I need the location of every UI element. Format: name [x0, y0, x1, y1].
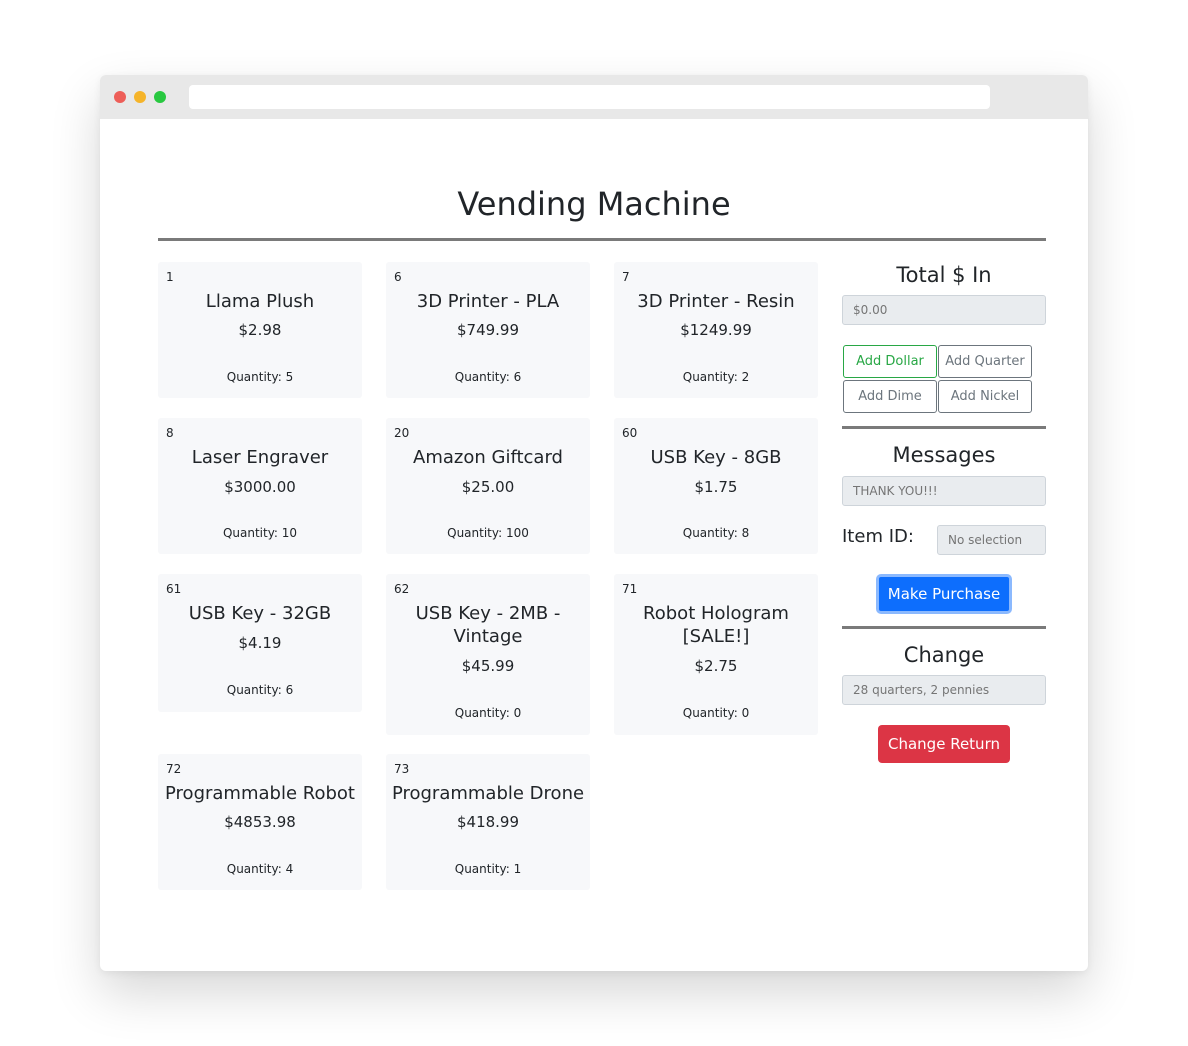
item-quantity: Quantity: 4 [226, 862, 294, 876]
item-id: 7 [622, 270, 630, 284]
item-card[interactable]: 6 3D Printer - PLA $749.99 Quantity: 6 [386, 262, 590, 398]
item-quantity: Quantity: 1 [454, 862, 522, 876]
item-quantity: Quantity: 10 [222, 526, 298, 540]
title-divider [158, 238, 1046, 241]
minimize-window-icon[interactable] [134, 91, 146, 103]
total-in-field[interactable] [842, 295, 1046, 325]
item-card[interactable]: 73 Programmable Drone $418.99 Quantity: … [386, 754, 590, 890]
item-id: 72 [166, 762, 182, 776]
change-heading: Change [903, 643, 985, 667]
item-price: $45.99 [461, 657, 515, 675]
item-id: 71 [622, 582, 638, 596]
item-quantity: Quantity: 0 [682, 706, 750, 720]
item-name: Programmable Drone [391, 783, 585, 804]
item-id: 20 [394, 426, 410, 440]
item-price: $1.75 [694, 478, 738, 496]
item-id-label: Item ID: [842, 526, 914, 547]
item-name: Amazon Giftcard [413, 447, 563, 468]
item-price: $2.75 [694, 657, 738, 675]
total-in-heading: Total $ In [896, 263, 992, 287]
item-name: 3D Printer - Resin [637, 291, 795, 312]
item-id: 60 [622, 426, 638, 440]
item-price: $2.98 [238, 321, 282, 339]
add-dime-button[interactable]: Add Dime [843, 380, 937, 413]
money-divider [842, 426, 1046, 429]
item-price: $4.19 [238, 634, 282, 652]
add-nickel-button[interactable]: Add Nickel [938, 380, 1032, 413]
item-quantity: Quantity: 0 [454, 706, 522, 720]
page-title: Vending Machine [457, 185, 731, 223]
item-quantity: Quantity: 2 [682, 370, 750, 384]
item-price: $1249.99 [680, 321, 752, 339]
messages-divider [842, 626, 1046, 629]
item-quantity: Quantity: 100 [447, 526, 529, 540]
item-name: Robot Hologram [SALE!] [643, 603, 789, 647]
item-card[interactable]: 1 Llama Plush $2.98 Quantity: 5 [158, 262, 362, 398]
item-id: 62 [394, 582, 410, 596]
item-card[interactable]: 60 USB Key - 8GB $1.75 Quantity: 8 [614, 418, 818, 554]
item-card[interactable]: 7 3D Printer - Resin $1249.99 Quantity: … [614, 262, 818, 398]
item-id: 61 [166, 582, 182, 596]
item-name: Laser Engraver [191, 447, 329, 468]
item-card[interactable]: 71 Robot Hologram [SALE!] $2.75 Quantity… [614, 574, 818, 735]
item-name: Programmable Robot [165, 783, 355, 804]
maximize-window-icon[interactable] [154, 91, 166, 103]
item-id: 1 [166, 270, 174, 284]
item-name: Llama Plush [205, 291, 315, 312]
close-window-icon[interactable] [114, 91, 126, 103]
item-card[interactable]: 72 Programmable Robot $4853.98 Quantity:… [158, 754, 362, 890]
browser-titlebar [100, 75, 1088, 119]
address-bar[interactable] [189, 85, 990, 109]
item-price: $749.99 [456, 321, 520, 339]
messages-field[interactable] [842, 476, 1046, 506]
item-card[interactable]: 8 Laser Engraver $3000.00 Quantity: 10 [158, 418, 362, 554]
change-field[interactable] [842, 675, 1046, 705]
item-card[interactable]: 61 USB Key - 32GB $4.19 Quantity: 6 [158, 574, 362, 712]
item-price: $4853.98 [224, 813, 296, 831]
item-price: $25.00 [461, 478, 515, 496]
item-quantity: Quantity: 6 [226, 683, 294, 697]
item-name: USB Key - 2MB - Vintage [415, 603, 561, 647]
item-id: 6 [394, 270, 402, 284]
add-quarter-button[interactable]: Add Quarter [938, 345, 1032, 378]
add-dollar-button[interactable]: Add Dollar [843, 345, 937, 378]
item-card[interactable]: 62 USB Key - 2MB - Vintage $45.99 Quanti… [386, 574, 590, 735]
item-price: $3000.00 [224, 478, 296, 496]
item-name: 3D Printer - PLA [416, 291, 560, 312]
item-card[interactable]: 20 Amazon Giftcard $25.00 Quantity: 100 [386, 418, 590, 554]
item-id-field[interactable] [937, 525, 1046, 555]
item-name: USB Key - 32GB [188, 603, 332, 624]
item-quantity: Quantity: 5 [226, 370, 294, 384]
item-id: 8 [166, 426, 174, 440]
change-return-button[interactable]: Change Return [878, 725, 1010, 763]
messages-heading: Messages [892, 443, 996, 467]
item-id: 73 [394, 762, 410, 776]
browser-window: Vending Machine 1 Llama Plush $2.98 Quan… [100, 75, 1088, 971]
item-name: USB Key - 8GB [650, 447, 782, 468]
item-quantity: Quantity: 8 [682, 526, 750, 540]
item-price: $418.99 [456, 813, 520, 831]
item-quantity: Quantity: 6 [454, 370, 522, 384]
make-purchase-button[interactable]: Make Purchase [876, 574, 1012, 614]
